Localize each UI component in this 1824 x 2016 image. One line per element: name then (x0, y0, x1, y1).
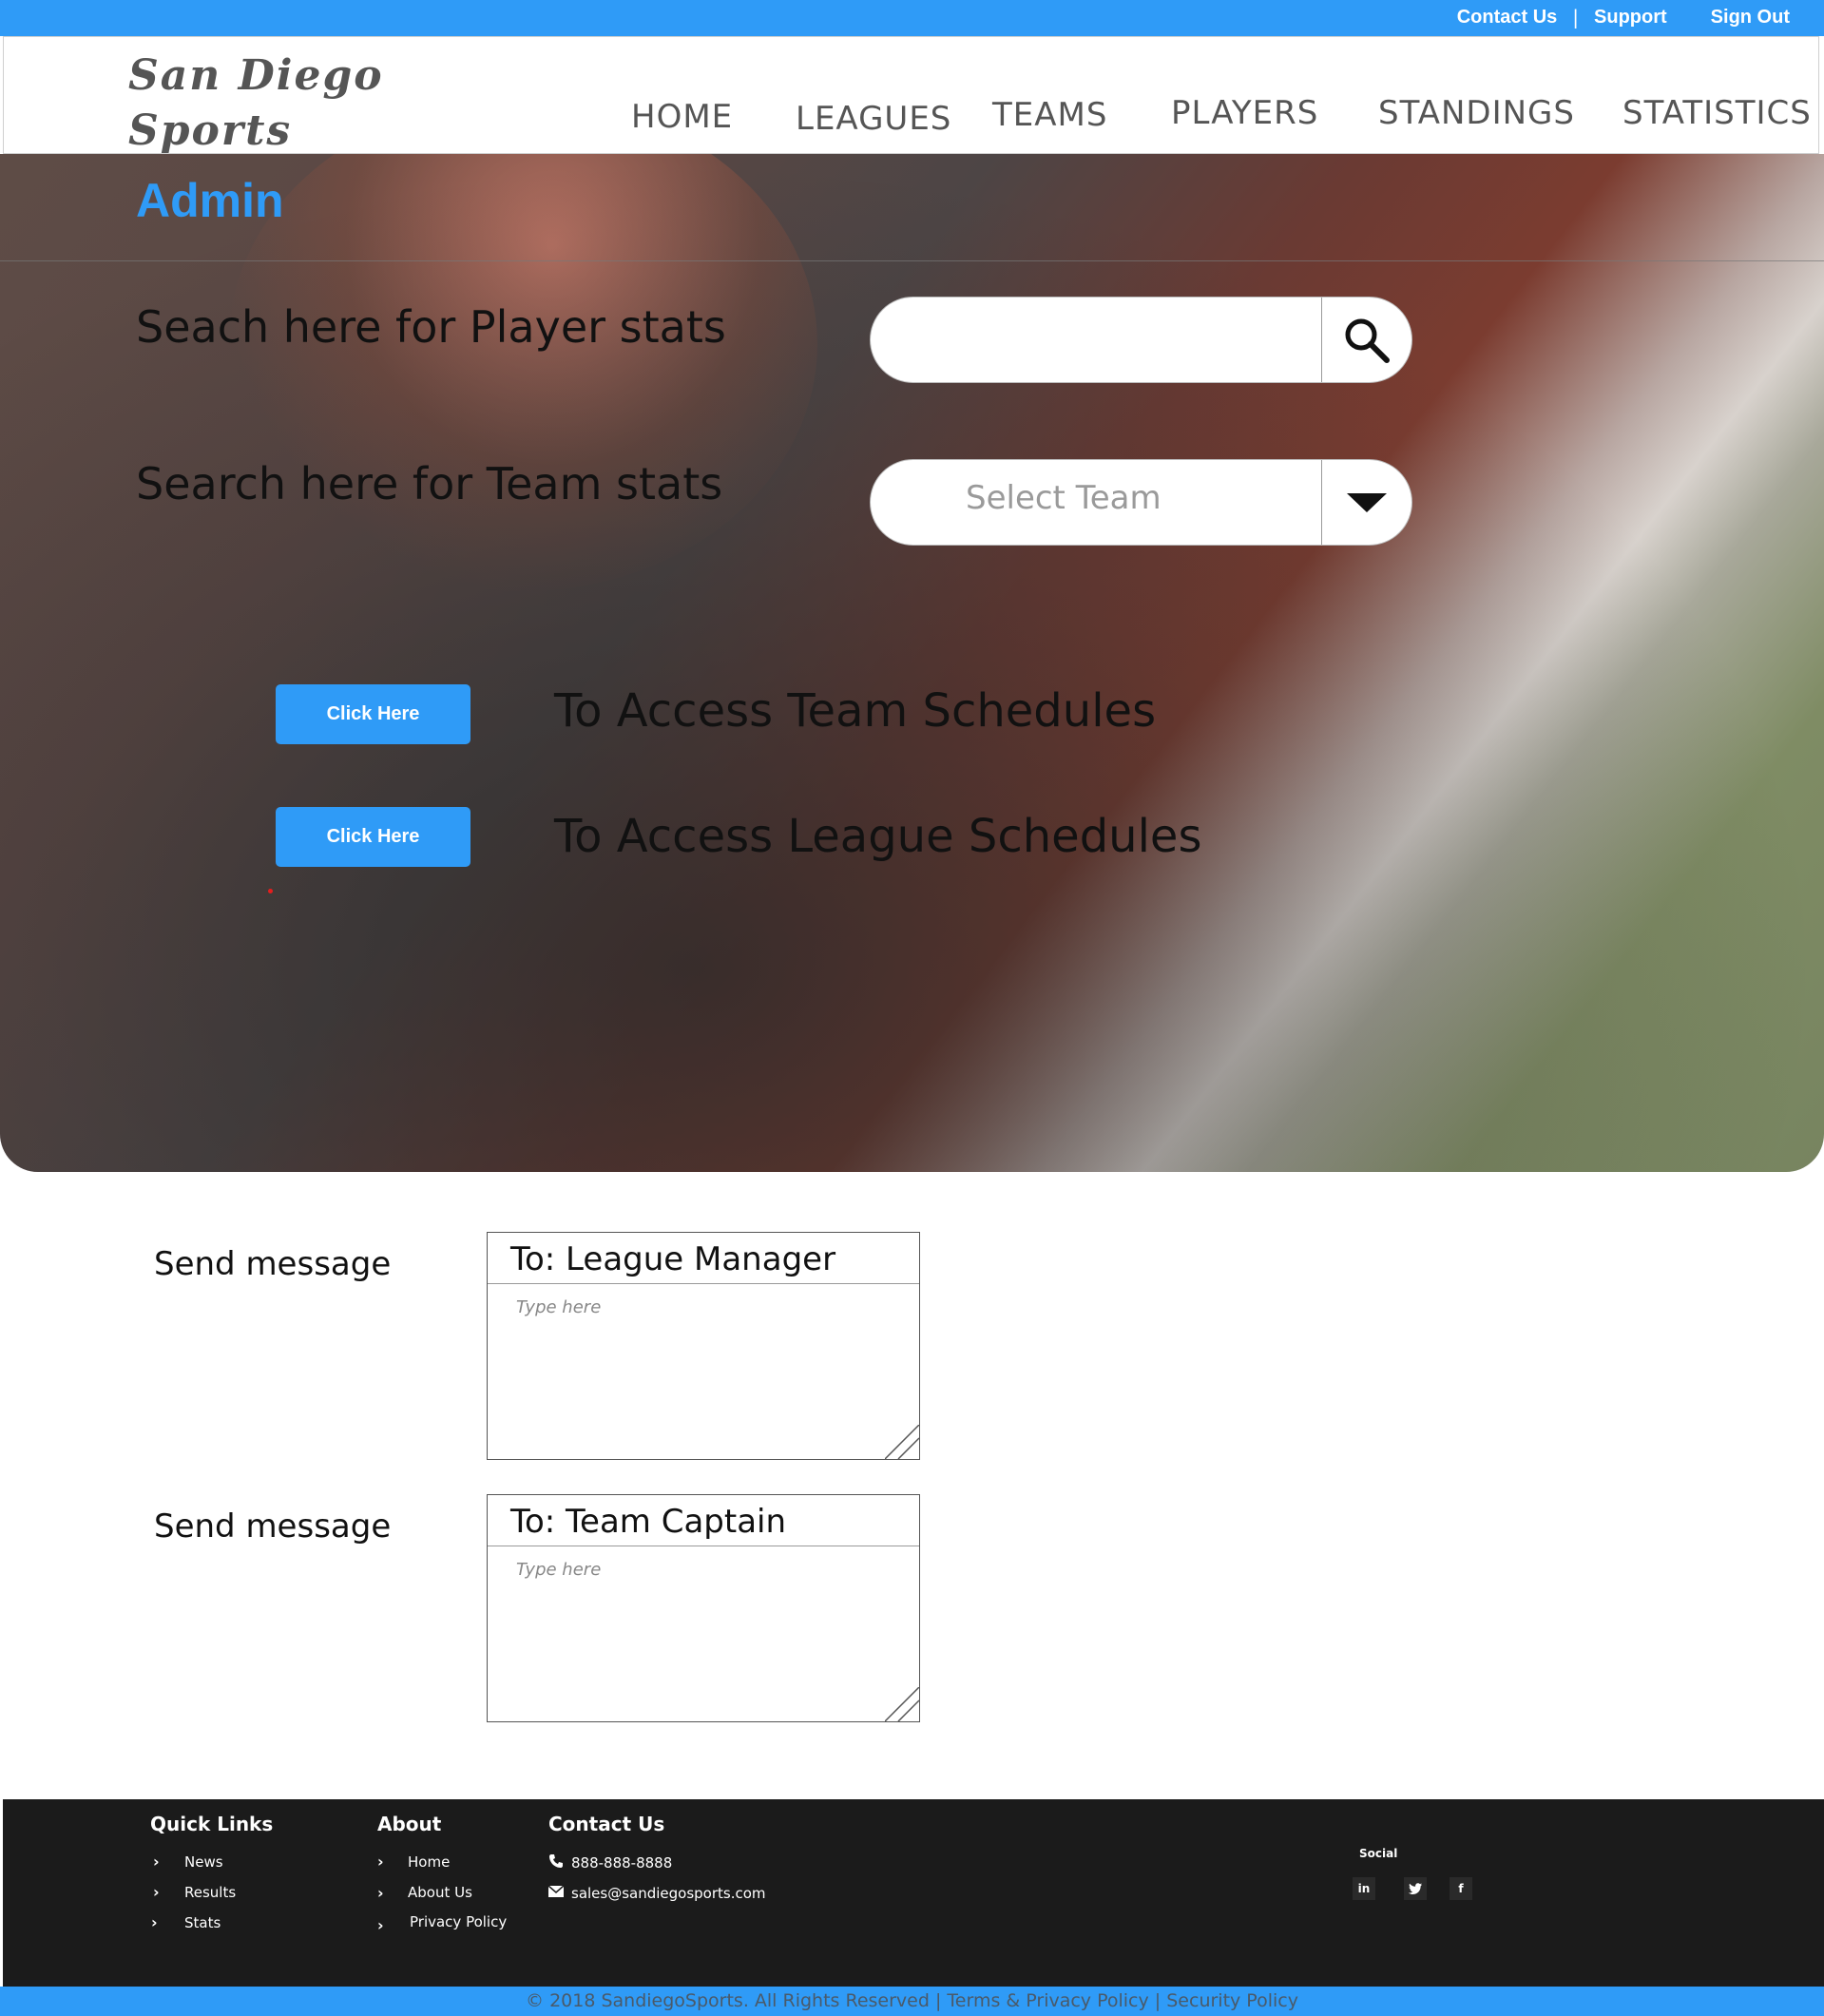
twitter-icon[interactable] (1404, 1877, 1427, 1900)
chevron-right-icon: › (151, 1913, 158, 1931)
league-schedules-text: To Access League Schedules (554, 810, 1202, 863)
team-schedules-text: To Access Team Schedules (554, 684, 1157, 738)
nav-teams[interactable]: TEAMS (992, 96, 1107, 134)
caret-down-icon (1347, 492, 1387, 512)
contact-us-link[interactable]: Contact Us (1457, 7, 1558, 29)
contact-us-heading: Contact Us (548, 1813, 665, 1835)
logo-line-1: San Diego (128, 51, 384, 100)
copyright-separator: | (1154, 1990, 1162, 2011)
player-search-input[interactable] (871, 298, 1323, 382)
site-logo[interactable]: San Diego Sports (128, 48, 413, 159)
team-select-value: Select Team (966, 479, 1162, 517)
nav-statistics[interactable]: STATISTICS (1622, 94, 1812, 132)
copyright-bar: © 2018 SandiegoSports. All Rights Reserv… (0, 1987, 1824, 2016)
player-search-button[interactable] (1321, 298, 1411, 382)
resize-grip-icon[interactable] (885, 1687, 919, 1721)
footer-link-home[interactable]: Home (408, 1853, 450, 1871)
message-box-league-manager: To: League Manager (487, 1232, 920, 1460)
top-links: Contact Us | Support Sign Out (1457, 6, 1790, 29)
linkedin-icon[interactable]: in (1353, 1877, 1375, 1900)
footer-link-stats[interactable]: Stats (184, 1914, 221, 1931)
admin-hero: Admin Seach here for Player stats Search… (0, 154, 1824, 1172)
title-divider (0, 260, 1824, 261)
copyright-text: © 2018 SandiegoSports. All Rights Reserv… (526, 1990, 942, 2011)
team-schedules-button[interactable]: Click Here (276, 684, 470, 744)
nav-leagues[interactable]: LEAGUES (796, 100, 951, 138)
chevron-right-icon: › (377, 1916, 384, 1934)
player-search-box (870, 297, 1412, 383)
message-recipient: To: Team Captain (488, 1495, 919, 1546)
facebook-icon[interactable]: f (1450, 1877, 1472, 1900)
message-textarea[interactable] (488, 1546, 919, 1721)
team-search-label: Search here for Team stats (136, 458, 723, 509)
top-separator: | (1572, 6, 1580, 29)
mail-icon (548, 1886, 564, 1897)
sign-out-link[interactable]: Sign Out (1711, 7, 1790, 29)
site-footer: Quick Links › News › Results › Stats Abo… (3, 1799, 1824, 1987)
chevron-right-icon: › (153, 1853, 160, 1871)
support-link[interactable]: Support (1594, 7, 1667, 29)
resize-grip-icon[interactable] (885, 1425, 919, 1459)
footer-link-results[interactable]: Results (184, 1884, 236, 1901)
phone-icon (549, 1854, 563, 1868)
send-message-label: Send message (154, 1245, 392, 1283)
nav-standings[interactable]: STANDINGS (1378, 94, 1575, 132)
security-policy-link[interactable]: Security Policy (1166, 1990, 1298, 2011)
nav-players[interactable]: PLAYERS (1171, 94, 1318, 132)
footer-email[interactable]: sales@sandiegosports.com (571, 1885, 766, 1902)
nav-home[interactable]: HOME (631, 98, 733, 136)
team-select[interactable]: Select Team (870, 459, 1412, 546)
page-title: Admin (136, 174, 284, 227)
message-box-team-captain: To: Team Captain (487, 1494, 920, 1722)
site-header: San Diego Sports HOME LEAGUES TEAMS PLAY… (3, 36, 1819, 155)
footer-link-privacy-policy[interactable]: Privacy Policy (410, 1913, 507, 1930)
footer-link-about-us[interactable]: About Us (408, 1884, 472, 1901)
search-icon (1345, 318, 1390, 363)
league-schedules-button[interactable]: Click Here (276, 807, 470, 867)
logo-line-2: Sports (128, 106, 293, 155)
chevron-right-icon: › (153, 1883, 160, 1901)
team-select-toggle[interactable] (1321, 460, 1411, 545)
social-heading: Social (1359, 1847, 1398, 1860)
chevron-right-icon: › (377, 1853, 384, 1871)
about-heading: About (377, 1813, 442, 1835)
terms-link[interactable]: Terms & Privacy Policy (947, 1990, 1148, 2011)
red-dot-marker (268, 889, 273, 893)
message-recipient: To: League Manager (488, 1233, 919, 1284)
footer-phone[interactable]: 888-888-8888 (571, 1854, 672, 1872)
top-utility-bar: Contact Us | Support Sign Out (0, 0, 1824, 36)
chevron-right-icon: › (377, 1884, 384, 1902)
message-textarea[interactable] (488, 1284, 919, 1459)
player-search-label: Seach here for Player stats (136, 301, 726, 353)
footer-link-news[interactable]: News (184, 1853, 223, 1871)
send-message-label: Send message (154, 1507, 392, 1546)
quick-links-heading: Quick Links (150, 1813, 274, 1835)
